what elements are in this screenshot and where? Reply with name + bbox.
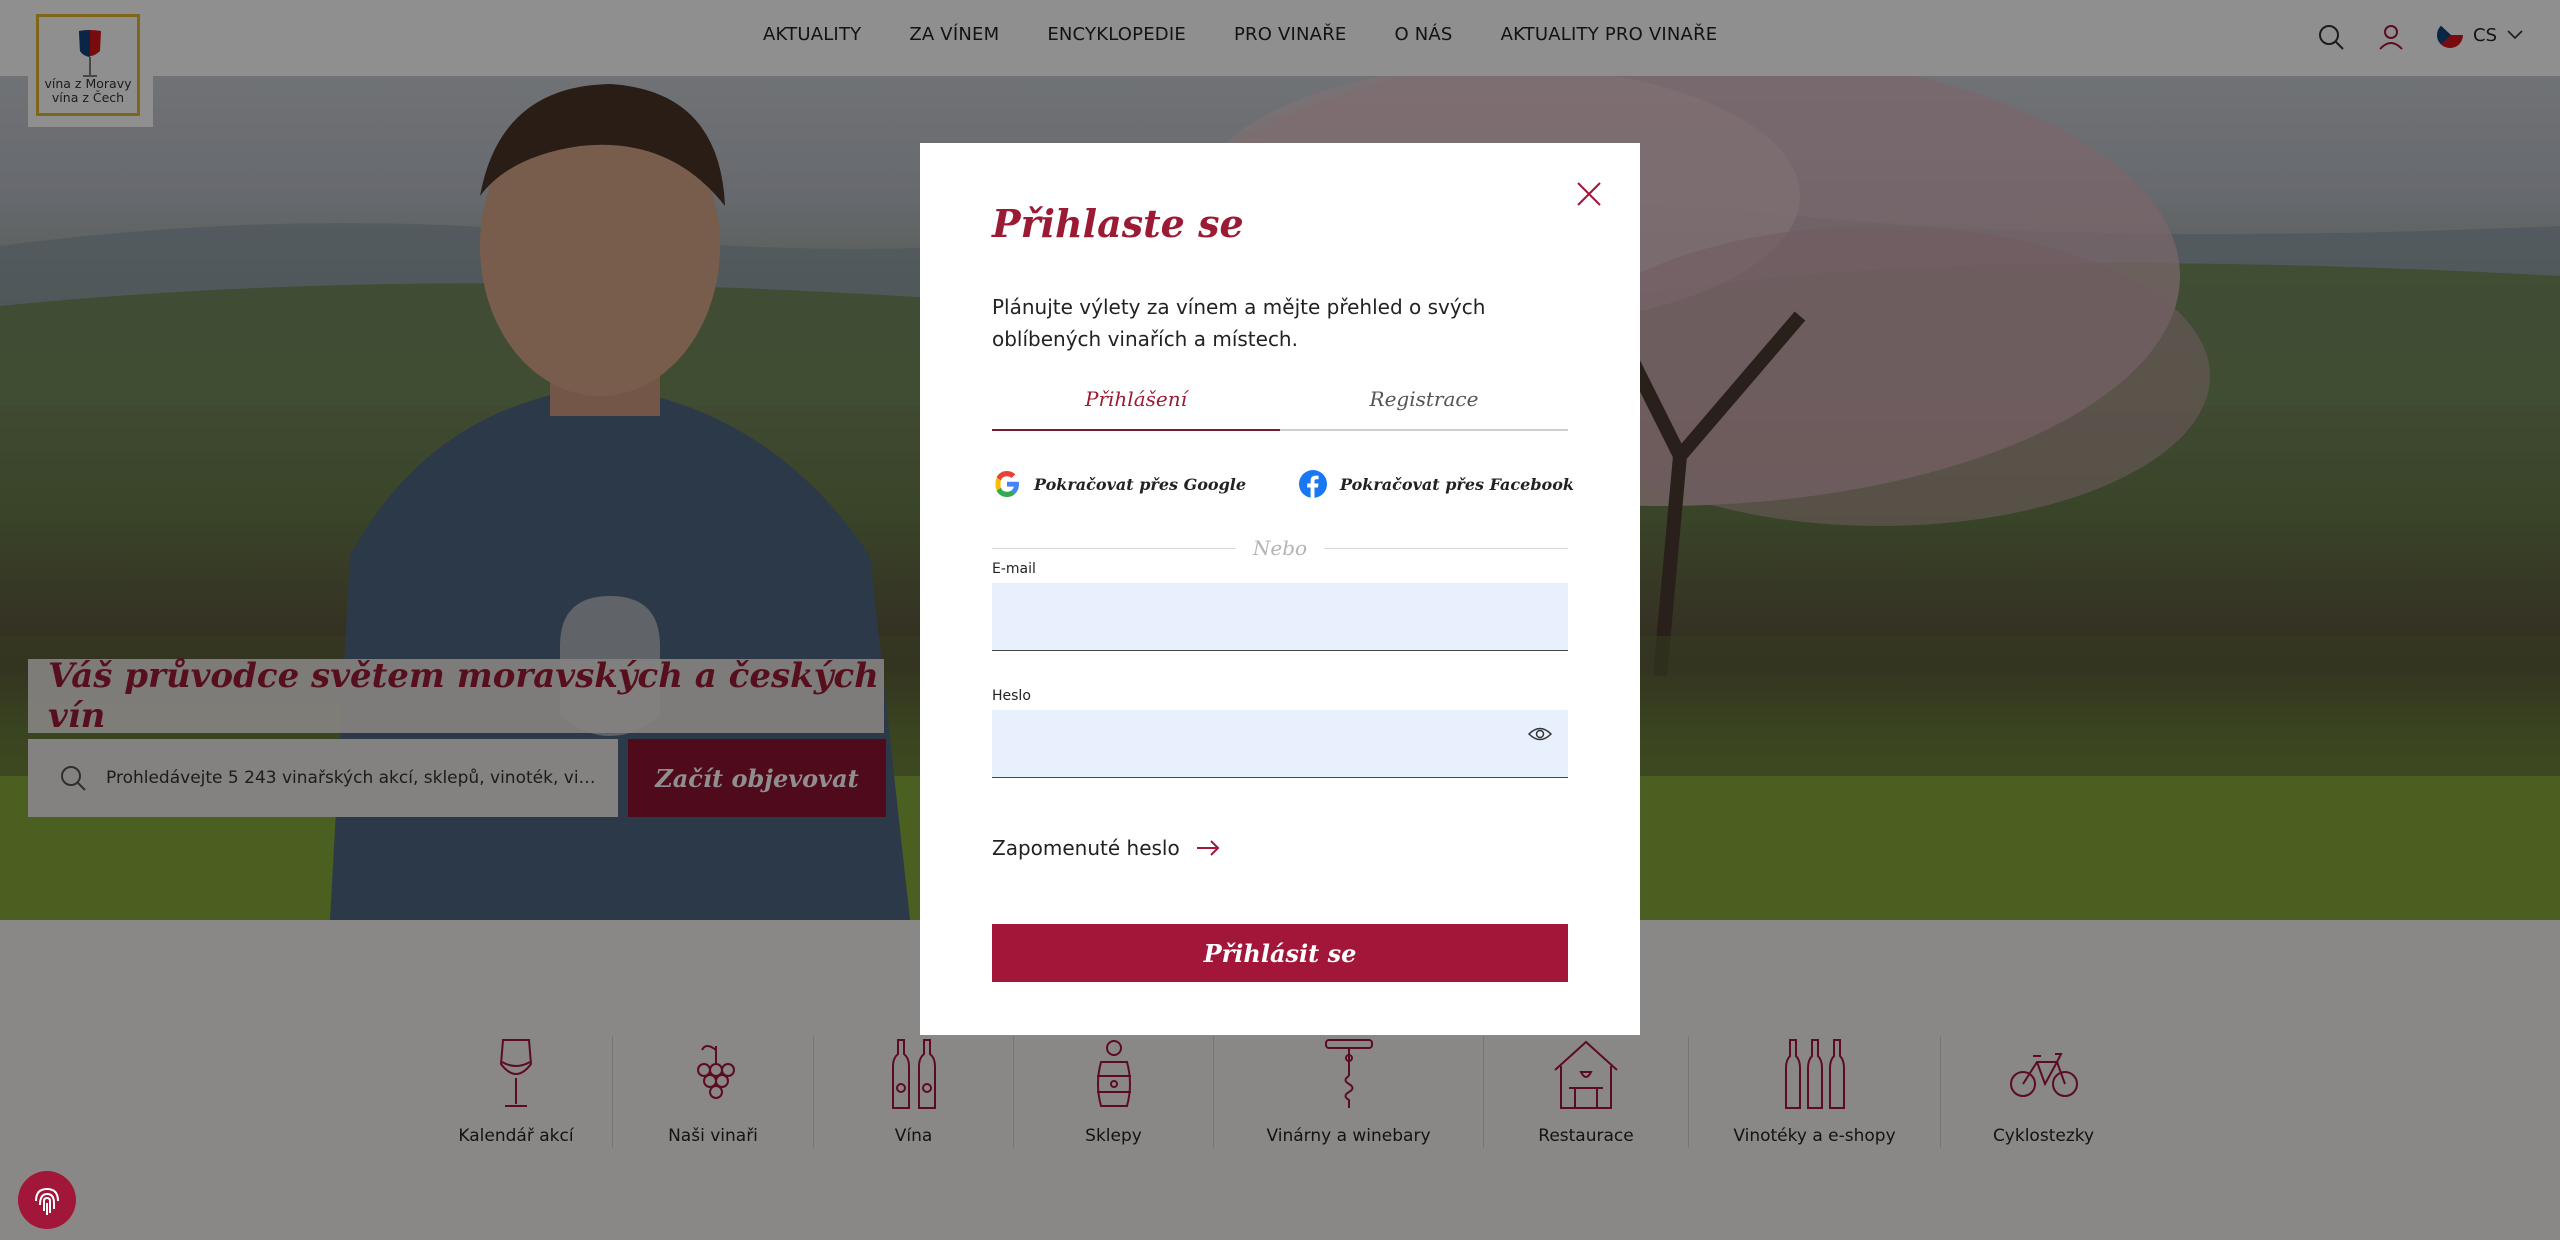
forgot-password-link[interactable]: Zapomenuté heslo <box>992 836 1220 860</box>
facebook-login-label: Pokračovat přes Facebook <box>1340 474 1574 494</box>
fingerprint-icon <box>35 1187 59 1215</box>
google-login-label: Pokračovat přes Google <box>1034 474 1247 494</box>
tab-login[interactable]: Přihlášení <box>992 379 1280 431</box>
login-modal: Přihlaste se Plánujte výlety za vínem a … <box>920 143 1640 1035</box>
facebook-icon <box>1299 470 1327 498</box>
modal-description: Plánujte výlety za vínem a mějte přehled… <box>992 295 1486 351</box>
close-icon[interactable] <box>1574 179 1604 209</box>
password-field[interactable] <box>992 710 1568 778</box>
arrow-right-icon <box>1196 840 1220 856</box>
modal-title: Přihlaste se <box>992 201 1244 246</box>
or-divider: Nebo <box>992 536 1568 560</box>
login-submit-button[interactable]: Přihlásit se <box>992 924 1568 982</box>
google-icon <box>995 471 1019 497</box>
google-login-button[interactable]: Pokračovat přes Google <box>992 469 1246 499</box>
forgot-password-label: Zapomenuté heslo <box>992 836 1180 860</box>
show-password-icon[interactable] <box>1528 725 1552 743</box>
facebook-login-button[interactable]: Pokračovat přes Facebook <box>1298 469 1574 499</box>
email-label: E-mail <box>992 561 1036 577</box>
cookie-settings-button[interactable] <box>18 1171 76 1229</box>
email-field[interactable] <box>992 583 1568 651</box>
password-label: Heslo <box>992 688 1031 704</box>
divider-text: Nebo <box>1252 536 1308 560</box>
tab-register[interactable]: Registrace <box>1280 379 1568 431</box>
